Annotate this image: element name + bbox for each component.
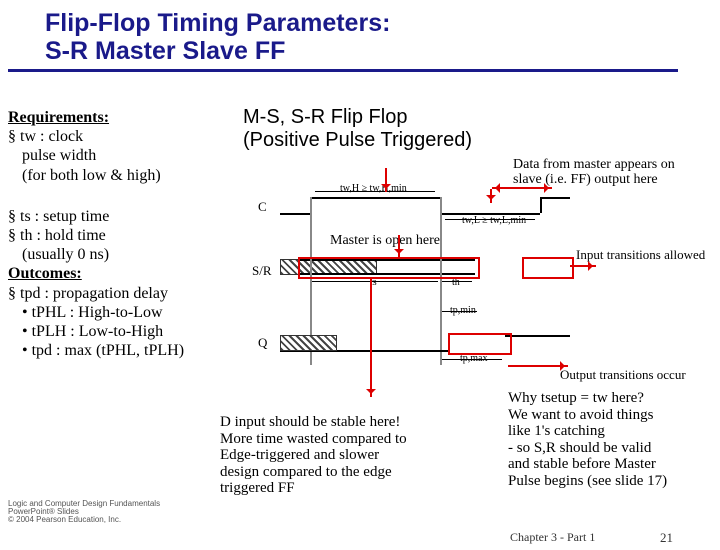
signal-q-label: Q [258,335,267,351]
requirements-head: Requirements: [8,108,238,127]
red-box-sr-stable [298,257,480,279]
tpdmax-line: tpd : max (tPHL, tPLH) [22,341,238,360]
tphl-line: tPHL : High-to-Low [22,303,238,322]
label-twl: tw,L ≥ tw,L,min [462,215,526,226]
th-note: (usually 0 ns) [22,245,238,264]
page-number: 21 [660,530,673,546]
red-box-input-allowed [522,257,574,279]
pearson-credit: Logic and Computer Design Fundamentals P… [8,500,160,524]
label-twh: tw,H ≥ tw,H,min [340,183,407,194]
red-arrow-output [508,365,568,367]
footer-chapter: Chapter 3 - Part 1 [510,530,595,545]
ts-line: ts : setup time [8,207,238,226]
red-arrow-down-dinput [370,277,372,397]
signal-sr-label: S/R [252,263,272,279]
tw-line2: pulse width [22,146,238,165]
title-line1: Flip-Flop Timing Parameters: [45,9,390,37]
tw-line3: (for both low & high) [22,166,238,185]
tw-line1: tw : clock [8,127,238,146]
red-arrow-input [570,265,596,267]
ff-heading: M-S, S-R Flip Flop (Positive Pulse Trigg… [243,106,472,152]
note-d-input: D input should be stable here! More time… [220,414,490,497]
signal-c-label: C [258,199,267,215]
red-arrow-down-clock [385,168,387,192]
tpd-line: tpd : propagation delay [8,284,238,303]
tplh-line: tPLH : Low-to-High [22,322,238,341]
th-line: th : hold time [8,226,238,245]
note-why: Why tsetup = tw here? We want to avoid t… [508,390,718,489]
red-arrow-right-slave [492,187,552,189]
title-underline [8,69,678,72]
red-box-output [448,333,512,355]
left-column: Requirements: tw : clock pulse width (fo… [8,108,238,360]
red-arrow-master-open [398,235,400,257]
title-line2: S-R Master Slave FF [45,37,285,65]
timing-diagram: C tw,H ≥ tw,H,min tw,L ≥ tw,L,min S/R ts… [280,195,580,385]
outcomes-head: Outcomes: [8,264,238,283]
